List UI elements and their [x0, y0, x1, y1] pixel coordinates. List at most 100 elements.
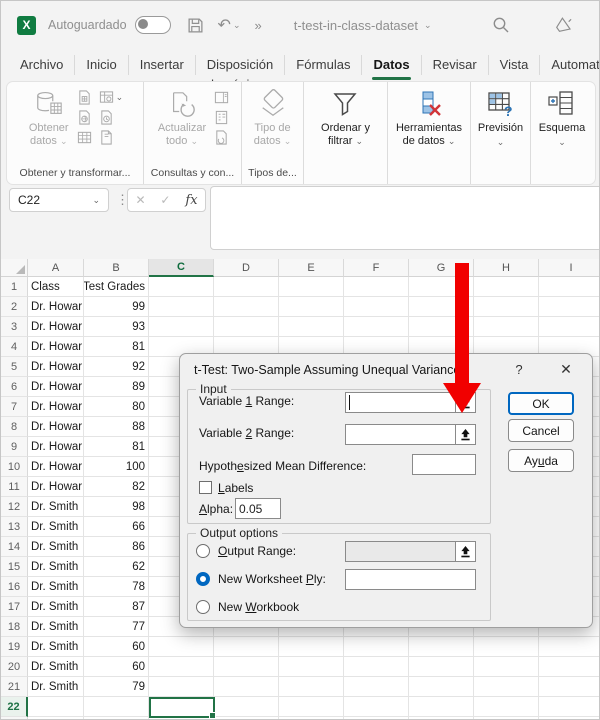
tab-archivo[interactable]: Archivo — [9, 55, 75, 75]
row-header[interactable]: 12 — [1, 497, 28, 517]
cell[interactable] — [214, 297, 279, 317]
new-worksheet-input[interactable] — [345, 569, 476, 590]
output-range-picker-button[interactable] — [455, 541, 476, 562]
cell[interactable] — [344, 297, 409, 317]
cell[interactable]: 86 — [84, 537, 149, 557]
enter-entry-icon[interactable]: ✓ — [160, 193, 170, 207]
cell[interactable]: 78 — [84, 577, 149, 597]
save-icon[interactable] — [187, 17, 204, 34]
cell[interactable] — [149, 317, 214, 337]
fill-handle[interactable] — [209, 712, 216, 719]
tab-vista[interactable]: Vista — [489, 55, 541, 75]
cell[interactable]: Dr. Howar — [28, 297, 84, 317]
close-icon[interactable]: ✕ — [556, 361, 576, 378]
row-header[interactable]: 16 — [1, 577, 28, 597]
select-all-corner[interactable] — [1, 259, 28, 277]
cell[interactable] — [344, 317, 409, 337]
variable2-range-picker-button[interactable] — [455, 424, 476, 445]
undo-button[interactable]: ↶⌄ — [218, 15, 241, 35]
cell[interactable] — [409, 677, 474, 697]
row-header[interactable]: 13 — [1, 517, 28, 537]
doc-refresh-icon[interactable] — [214, 130, 229, 145]
cell[interactable] — [214, 697, 279, 717]
row-header[interactable]: 6 — [1, 377, 28, 397]
cell[interactable] — [474, 677, 539, 697]
side-panel-icon[interactable] — [214, 90, 229, 105]
row-header[interactable]: 9 — [1, 437, 28, 457]
output-range-radio[interactable] — [196, 544, 210, 558]
tab-disposicion[interactable]: Disposición de página — [196, 55, 285, 75]
cell[interactable] — [214, 637, 279, 657]
cell[interactable]: Class — [28, 277, 84, 297]
cell[interactable]: Dr. Smith — [28, 657, 84, 677]
formula-input[interactable] — [210, 186, 600, 250]
cell[interactable] — [539, 657, 600, 677]
cell[interactable]: Dr. Smith — [28, 497, 84, 517]
cell[interactable] — [344, 277, 409, 297]
new-workbook-label[interactable]: New Workbook — [218, 600, 299, 614]
cell[interactable]: Dr. Howar — [28, 377, 84, 397]
insert-function-icon[interactable]: fx — [185, 193, 197, 208]
row-header[interactable]: 4 — [1, 337, 28, 357]
row-header[interactable]: 18 — [1, 617, 28, 637]
row-header[interactable]: 11 — [1, 477, 28, 497]
labels-checkbox-label[interactable]: Labels — [218, 481, 253, 495]
column-header[interactable]: E — [279, 259, 344, 277]
cell[interactable]: 77 — [84, 617, 149, 637]
tab-insertar[interactable]: Insertar — [129, 55, 196, 75]
cell[interactable]: 100 — [84, 457, 149, 477]
cell[interactable] — [214, 317, 279, 337]
cell[interactable] — [214, 277, 279, 297]
cell[interactable] — [344, 677, 409, 697]
cell[interactable] — [474, 277, 539, 297]
cell[interactable]: Dr. Smith — [28, 677, 84, 697]
cell[interactable] — [279, 297, 344, 317]
sort-filter-button[interactable]: Ordenar y filtrar ⌄ — [319, 88, 372, 147]
new-workbook-radio[interactable] — [196, 600, 210, 614]
tab-datos[interactable]: Datos — [362, 55, 421, 75]
document-title[interactable]: t-test-in-class-dataset⌄ — [294, 18, 432, 33]
cell[interactable]: 89 — [84, 377, 149, 397]
cell[interactable]: 80 — [84, 397, 149, 417]
cell[interactable] — [539, 277, 600, 297]
cell[interactable] — [539, 637, 600, 657]
cell[interactable] — [279, 277, 344, 297]
cell[interactable]: Dr. Howar — [28, 457, 84, 477]
search-icon[interactable] — [492, 16, 510, 34]
cell[interactable] — [474, 297, 539, 317]
row-header[interactable]: 17 — [1, 597, 28, 617]
cell[interactable] — [214, 657, 279, 677]
cell[interactable]: 92 — [84, 357, 149, 377]
cell[interactable] — [279, 317, 344, 337]
tab-automatizar[interactable]: Automatizar — [540, 55, 600, 75]
cell[interactable]: Dr. Howar — [28, 397, 84, 417]
tab-formulas[interactable]: Fórmulas — [285, 55, 362, 75]
column-header[interactable]: A — [28, 259, 84, 277]
cell[interactable]: 62 — [84, 557, 149, 577]
cell[interactable]: Dr. Smith — [28, 557, 84, 577]
hypothesized-mean-input[interactable] — [412, 454, 476, 475]
cell[interactable]: Dr. Howar — [28, 417, 84, 437]
doc-globe-icon[interactable] — [77, 110, 92, 125]
cell[interactable]: 82 — [84, 477, 149, 497]
table-camera-icon[interactable]: ⌄ — [99, 90, 124, 105]
cell[interactable] — [344, 697, 409, 717]
column-header[interactable]: F — [344, 259, 409, 277]
cell[interactable]: Dr. Howar — [28, 437, 84, 457]
output-range-label[interactable]: Output Range: — [218, 544, 296, 558]
cell[interactable] — [539, 297, 600, 317]
help-button[interactable]: Ayuda — [508, 449, 574, 472]
cell[interactable] — [409, 697, 474, 717]
tab-inicio[interactable]: Inicio — [75, 55, 128, 75]
refresh-all-button[interactable]: Actualizar todo ⌄ — [156, 88, 208, 147]
cell[interactable]: Dr. Smith — [28, 617, 84, 637]
cell[interactable]: 60 — [84, 657, 149, 677]
cell[interactable] — [474, 657, 539, 677]
variable1-range-input[interactable] — [345, 392, 456, 413]
new-worksheet-label[interactable]: New Worksheet Ply: — [218, 572, 326, 586]
autosave-toggle[interactable] — [135, 16, 171, 34]
row-header[interactable]: 10 — [1, 457, 28, 477]
cell[interactable] — [279, 657, 344, 677]
name-box[interactable]: C22 ⌄ — [9, 188, 109, 212]
alpha-input[interactable]: 0.05 — [235, 498, 281, 519]
